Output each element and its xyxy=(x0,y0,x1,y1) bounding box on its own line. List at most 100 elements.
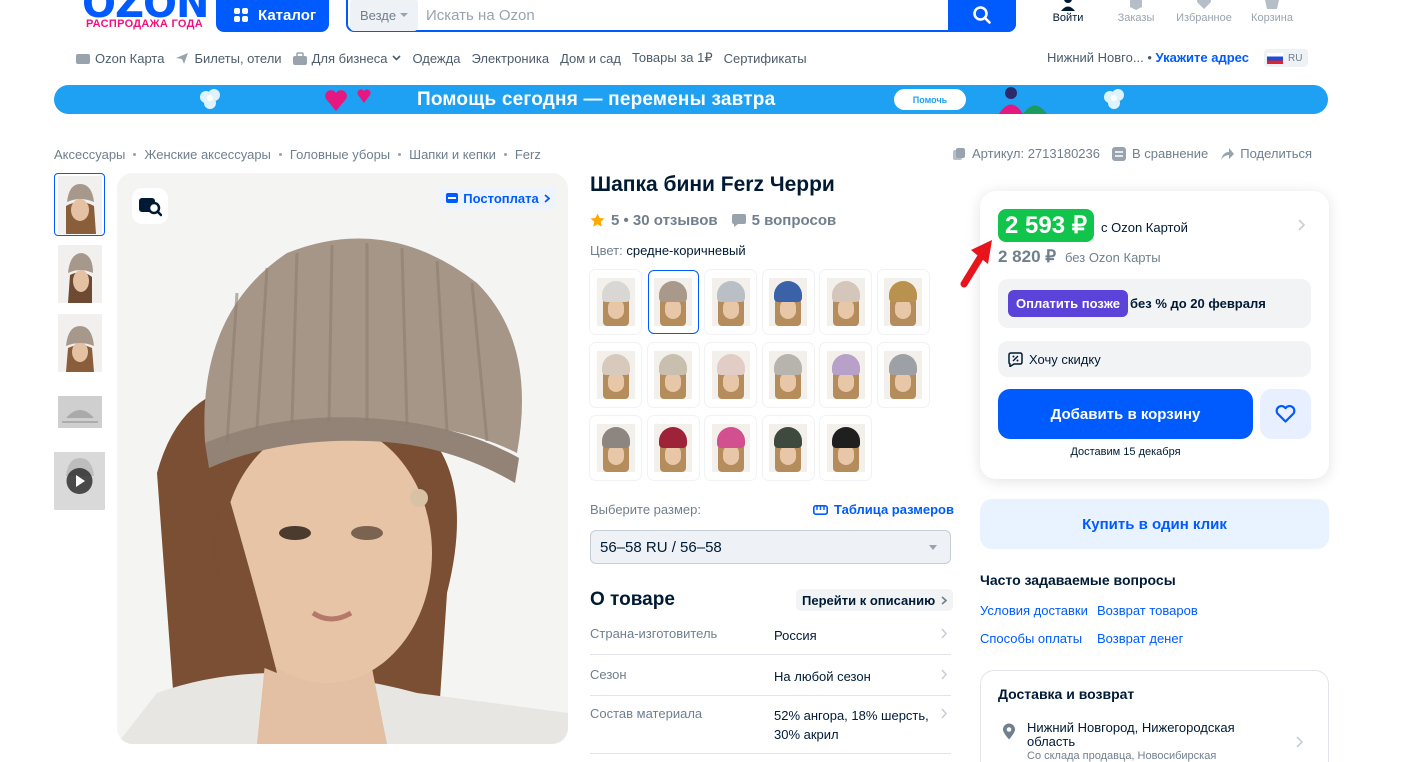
attribute-key: Сезон xyxy=(590,667,627,682)
faq-link-returns[interactable]: Возврат товаров xyxy=(1097,603,1198,618)
pay-later-block[interactable]: Оплатить позже без % до 20 февраля xyxy=(998,279,1311,328)
login-button[interactable]: Войти xyxy=(1035,0,1101,30)
color-variant-image xyxy=(769,351,807,399)
hat-swatch xyxy=(601,427,630,448)
discount-chat-icon xyxy=(1008,351,1023,367)
breadcrumb-item[interactable]: Ferz xyxy=(515,147,541,162)
gallery-thumbnail[interactable] xyxy=(54,311,105,374)
compare-button[interactable]: В сравнение xyxy=(1112,146,1208,161)
ozon-logo[interactable]: OZON РАСПРОДАЖА ГОДА xyxy=(82,0,209,32)
search-scope-select[interactable]: Везде xyxy=(350,0,418,31)
faq-link-refund[interactable]: Возврат денег xyxy=(1097,631,1183,646)
share-label: Поделиться xyxy=(1240,146,1313,161)
video-thumbnail[interactable] xyxy=(54,449,105,512)
cart-button[interactable]: Корзина xyxy=(1239,0,1305,30)
search-button[interactable] xyxy=(948,0,1016,32)
color-variant[interactable] xyxy=(647,416,699,480)
color-variant[interactable] xyxy=(590,343,641,407)
compare-label: В сравнение xyxy=(1132,146,1209,161)
attribute-row[interactable]: Сезон На любой сезон xyxy=(590,667,951,696)
faq-link-payment-methods[interactable]: Способы оплаты xyxy=(980,631,1082,646)
color-variant[interactable] xyxy=(877,270,929,334)
breadcrumb-item[interactable]: Женские аксессуары xyxy=(144,147,271,162)
nav-item-1rub[interactable]: Товары за 1₽ xyxy=(632,50,713,66)
gallery-thumbnail[interactable] xyxy=(54,242,105,305)
breadcrumb-item[interactable]: Аксессуары xyxy=(54,147,125,162)
color-variant-image xyxy=(826,351,865,399)
nav-item-tickets[interactable]: Билеты, отели xyxy=(175,51,282,66)
photo-search-button[interactable] xyxy=(132,188,168,224)
nav-item-business[interactable]: Для бизнеса xyxy=(292,50,402,66)
nav-item-electronics[interactable]: Электроника xyxy=(471,51,549,66)
nav-item-home-garden[interactable]: Дом и сад xyxy=(560,51,621,66)
color-variant[interactable] xyxy=(647,270,699,334)
product-thumbnail-image xyxy=(57,244,102,303)
search-bar: Везде xyxy=(346,0,1016,32)
want-discount-button[interactable]: Хочу скидку xyxy=(998,341,1311,377)
chevron-right-icon xyxy=(941,708,947,719)
nav-item-certificates[interactable]: Сертификаты xyxy=(724,51,807,66)
faq-link-delivery-terms[interactable]: Условия доставки xyxy=(980,603,1088,618)
search-input[interactable] xyxy=(426,6,926,24)
heart-icon xyxy=(1275,405,1296,423)
russia-flag-icon xyxy=(1267,52,1283,64)
color-variant[interactable] xyxy=(762,343,814,407)
color-variant[interactable] xyxy=(820,270,871,334)
delivery-source: Со склада продавца, Новосибирская xyxy=(1027,750,1217,762)
caret-down-icon xyxy=(400,12,409,17)
nav-item-label: Для бизнеса xyxy=(311,50,388,66)
gallery-thumbnail[interactable] xyxy=(54,380,105,443)
hat-swatch xyxy=(659,354,687,375)
color-variant[interactable] xyxy=(590,270,641,334)
location[interactable]: Нижний Новго... • Укажите адрес xyxy=(1047,50,1249,65)
add-to-favorites-button[interactable] xyxy=(1260,389,1311,439)
size-label: Выберите размер: xyxy=(590,502,701,517)
add-to-cart-button[interactable]: Добавить в корзину xyxy=(998,389,1253,439)
address-link[interactable]: Укажите адрес xyxy=(1156,50,1249,65)
size-table-link[interactable]: Таблица размеров xyxy=(813,502,954,517)
favorites-button[interactable]: Избранное xyxy=(1171,0,1237,30)
article-number[interactable]: Артикул: 2713180236 xyxy=(952,146,1100,161)
share-button[interactable]: Поделиться xyxy=(1220,146,1312,161)
hat-swatch xyxy=(659,427,687,448)
breadcrumb-item[interactable]: Головные уборы xyxy=(290,147,390,162)
breadcrumb-item[interactable]: Шапки и кепки xyxy=(409,147,496,162)
color-variant[interactable] xyxy=(762,416,814,480)
nav-item-clothes[interactable]: Одежда xyxy=(412,51,460,66)
chevron-right-icon[interactable] xyxy=(1298,219,1305,231)
box-icon xyxy=(1128,0,1144,12)
reviews-link[interactable]: 5 • 30 отзывов xyxy=(611,212,718,229)
color-variant[interactable] xyxy=(705,416,756,480)
postpay-badge[interactable]: Постоплата xyxy=(440,187,556,209)
orders-button[interactable]: Заказы xyxy=(1103,0,1169,30)
chevron-right-icon[interactable] xyxy=(1296,736,1303,748)
promo-banner[interactable]: Помощь сегодня — перемены завтра Помочь xyxy=(54,85,1328,114)
main-product-image[interactable] xyxy=(117,173,568,744)
buy-one-click-button[interactable]: Купить в один клик xyxy=(980,499,1329,549)
hat-swatch xyxy=(889,281,917,302)
color-variant[interactable] xyxy=(762,270,814,334)
product-meta: Артикул: 2713180236 В сравнение Поделить… xyxy=(952,146,1314,161)
color-variant[interactable] xyxy=(820,343,871,407)
language-switcher[interactable]: RU xyxy=(1264,49,1308,67)
questions-link[interactable]: 5 вопросов xyxy=(752,212,837,229)
attribute-row[interactable]: Состав материала 52% ангора, 18% шерсть,… xyxy=(590,706,951,754)
color-variant[interactable] xyxy=(705,343,756,407)
color-variant[interactable] xyxy=(590,416,641,480)
size-chart-thumbnail-image xyxy=(57,395,102,428)
banner-help-button[interactable]: Помочь xyxy=(894,89,966,110)
color-variant[interactable] xyxy=(820,416,871,480)
attribute-row[interactable]: Страна-изготовитель Россия xyxy=(590,626,951,655)
cart-icon xyxy=(1263,0,1281,12)
color-variant[interactable] xyxy=(647,343,699,407)
color-variant[interactable] xyxy=(705,270,756,334)
size-select[interactable]: 56–58 RU / 56–58 xyxy=(590,530,951,564)
delivery-address[interactable]: Нижний Новгород, Нижегородская область xyxy=(1027,721,1267,749)
catalog-button[interactable]: Каталог xyxy=(216,0,329,32)
color-variant[interactable] xyxy=(877,343,929,407)
nav-item-ozon-card[interactable]: Ozon Карта xyxy=(76,51,164,66)
gallery-thumbnail[interactable] xyxy=(54,173,105,236)
goto-description-button[interactable]: Перейти к описанию xyxy=(796,589,954,611)
user-icon xyxy=(1060,0,1076,12)
want-discount-label: Хочу скидку xyxy=(1029,351,1101,367)
